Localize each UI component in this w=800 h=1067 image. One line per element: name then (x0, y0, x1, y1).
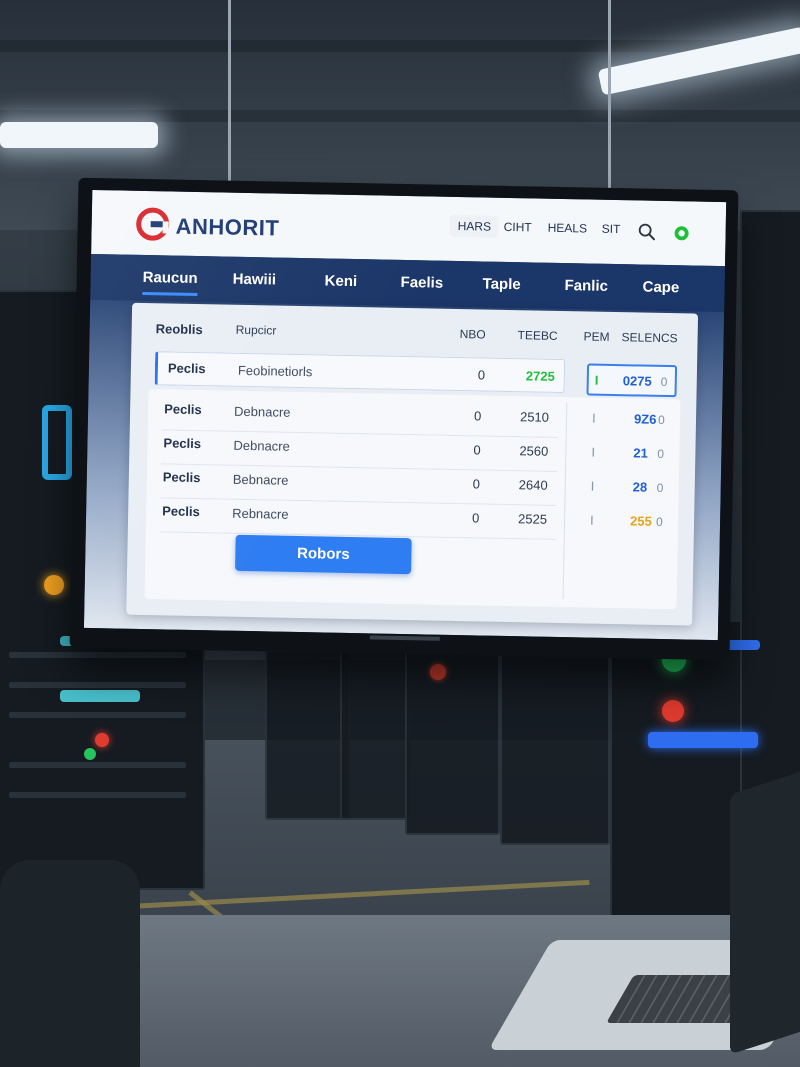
column-header-description[interactable]: Rupcicr (236, 323, 277, 338)
row-value-extra: 0 (657, 446, 665, 461)
row-value-nbo: 0 (472, 476, 481, 492)
row-value-nbo: 0 (473, 408, 482, 424)
data-table: Peclis Debnacre 0 2510 I 9Z6 0 Peclis De… (144, 389, 681, 610)
rack-slot (8, 762, 187, 768)
row-value-extra: 0 (655, 514, 663, 529)
tab-hawiii[interactable]: Hawiii (232, 271, 276, 289)
row-value-selencs: 255 (629, 513, 652, 529)
row-description: Bebnacre (232, 471, 289, 488)
row-value-extra: 0 (657, 412, 665, 428)
row-divider (161, 463, 558, 472)
status-led-bar (60, 690, 140, 702)
row-value-selencs: 21 (633, 445, 649, 461)
main-content: Reoblis Rupcicr NBO TEEBC PEM SELENCS Pe… (83, 299, 725, 641)
selected-row-values[interactable]: I 0275 0 (586, 363, 678, 398)
server-rack (405, 635, 500, 835)
tab-faelis[interactable]: Faelis (400, 274, 443, 292)
server-rack (500, 635, 610, 845)
header-nav-item-heals[interactable]: HEALS (548, 221, 588, 236)
red-led-icon (95, 733, 109, 747)
row-value-nbo: 0 (471, 510, 480, 526)
row-name: Peclis (162, 503, 200, 520)
row-description: Debnacre (233, 437, 290, 454)
row-value-pem: I (594, 372, 599, 388)
tab-taple[interactable]: Taple (482, 275, 520, 293)
rack-slot (8, 682, 187, 688)
header-nav-item-ciht[interactable]: CIHT (504, 220, 532, 235)
ceiling-beam (0, 40, 800, 52)
row-divider (161, 429, 558, 438)
rack-slot (8, 712, 187, 718)
server-rack (265, 650, 350, 820)
ceiling-light (0, 122, 158, 148)
monitor-hanger (608, 0, 611, 205)
tab-raucun[interactable]: Raucun (142, 268, 198, 297)
row-value-pem: I (591, 410, 596, 426)
blue-led-bar (648, 732, 758, 748)
row-description: Debnacre (233, 403, 291, 420)
row-value-extra: 0 (656, 480, 664, 495)
row-name: Peclis (163, 435, 202, 452)
row-divider (160, 497, 557, 506)
row-value-teebc: 2510 (519, 409, 550, 425)
row-value-teebc: 2640 (518, 477, 548, 493)
row-name: Peclis (162, 469, 201, 486)
row-value-pem: I (591, 444, 596, 460)
primary-action-button[interactable]: Robors (235, 534, 412, 575)
header-nav-item-hars[interactable]: HARS (449, 214, 500, 238)
column-header-selencs[interactable]: SELENCS (621, 330, 677, 345)
row-value-selencs: 28 (632, 479, 648, 495)
app-header: ANHORIT HARS CIHT HEALS SIT (91, 189, 727, 267)
monitor: ANHORIT HARS CIHT HEALS SIT Raucun Hawii… (69, 177, 739, 661)
row-value-teebc: 2525 (517, 511, 548, 527)
row-value-pem: I (590, 478, 595, 494)
column-divider (562, 403, 568, 600)
green-led-icon (84, 748, 96, 760)
row-value-selencs: 0275 (622, 373, 652, 389)
app-screen: ANHORIT HARS CIHT HEALS SIT Raucun Hawii… (83, 189, 727, 641)
brand-name: ANHORIT (175, 213, 280, 241)
row-description: Rebnacre (232, 505, 289, 522)
server-rack (340, 640, 410, 820)
row-value-teebc: 2725 (525, 368, 555, 384)
header-nav: HARS CIHT HEALS SIT (91, 190, 620, 254)
ceiling-beam (0, 110, 800, 122)
tab-keni[interactable]: Keni (324, 272, 357, 290)
rack-slot (8, 792, 187, 798)
laptop-lid (730, 765, 800, 1055)
row-value-extra: 0 (660, 374, 668, 390)
row-name: Peclis (164, 401, 202, 418)
row-value-nbo: 0 (473, 442, 481, 458)
column-header-pem[interactable]: PEM (583, 329, 609, 343)
status-online-icon[interactable] (673, 225, 689, 241)
column-header-name[interactable]: Reoblis (156, 321, 203, 337)
row-name: Peclis (167, 360, 206, 377)
tab-fanlic[interactable]: Fanlic (564, 277, 608, 295)
row-value-selencs: 9Z6 (633, 411, 657, 427)
amber-led-icon (44, 575, 64, 595)
red-led-icon (662, 700, 684, 722)
red-led-icon (430, 664, 446, 680)
column-header-nbo[interactable]: NBO (460, 327, 486, 341)
monitor-hanger (228, 0, 231, 190)
header-nav-item-sit[interactable]: SIT (602, 222, 621, 236)
chair (0, 860, 140, 1067)
row-value-nbo: 0 (477, 367, 486, 383)
row-description: Feobinetiorls (237, 362, 313, 380)
search-icon[interactable] (637, 222, 655, 241)
monitor-bezel-logo (369, 635, 440, 641)
row-value-pem: I (589, 512, 594, 528)
row-value-teebc: 2560 (519, 443, 549, 459)
rack-display-icon (42, 405, 72, 480)
rack-slot (8, 652, 187, 658)
column-header-teebc[interactable]: TEEBC (517, 328, 557, 343)
tab-cape[interactable]: Cape (642, 279, 679, 297)
brand-logo-icon (136, 207, 170, 241)
